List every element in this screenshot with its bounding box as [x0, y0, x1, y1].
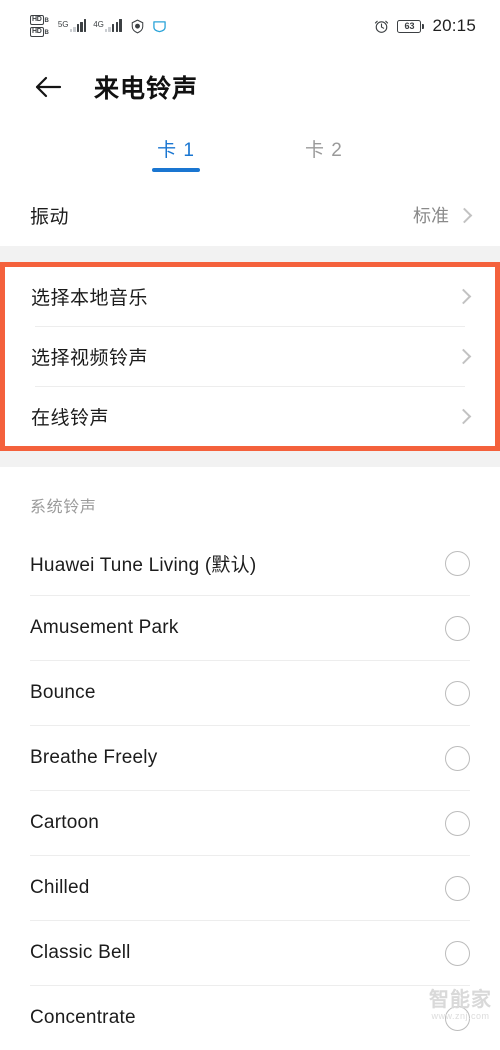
ringtone-label: Amusement Park	[30, 617, 179, 638]
select-local-music-row[interactable]: 选择本地音乐	[5, 267, 495, 326]
back-button[interactable]	[32, 71, 64, 103]
ringtone-label: Breathe Freely	[30, 747, 158, 768]
radio-button[interactable]	[445, 940, 470, 966]
network-type-4g-label: 4G	[93, 20, 104, 29]
status-bar-clock: 20:15	[432, 16, 476, 35]
system-ringtones-section: 系统铃声 Huawei Tune Living (默认) Amusement P…	[0, 467, 500, 1050]
hd-label-1: HD	[30, 15, 44, 25]
app-header: 来电铃声	[0, 52, 500, 122]
hd-badge-sim2: HD B	[30, 27, 49, 37]
radio-button[interactable]	[445, 680, 470, 706]
list-item[interactable]: Cartoon	[0, 791, 500, 855]
list-item[interactable]: Concentrate	[0, 986, 500, 1050]
hd-voice-icons: HD B HD B	[30, 15, 49, 37]
status-bar: HD B HD B 5G 4G 63 20:15	[0, 0, 500, 52]
sim-tab-bar: 卡 1 卡 2	[0, 122, 500, 184]
ringtone-label: Bounce	[30, 682, 96, 703]
chevron-right-icon	[455, 288, 472, 305]
hd-badge-sim1: HD B	[30, 15, 49, 25]
radio-button[interactable]	[445, 550, 470, 576]
hd-sublabel-2: B	[44, 30, 49, 36]
ringtone-label: Huawei Tune Living (默认)	[30, 554, 257, 576]
back-arrow-icon	[33, 74, 63, 100]
list-item[interactable]: Classic Bell	[0, 921, 500, 985]
chevron-right-icon	[455, 348, 472, 365]
status-bar-right: 63 20:15	[374, 16, 476, 36]
list-item[interactable]: Amusement Park	[0, 596, 500, 660]
list-item[interactable]: Chilled	[0, 856, 500, 920]
signal-bars-icon-2	[104, 19, 122, 32]
battery-level-label: 63	[404, 20, 415, 31]
section-gap-2	[0, 451, 500, 467]
select-video-ringtone-row[interactable]: 选择视频铃声	[5, 327, 495, 386]
status-bar-left: HD B HD B 5G 4G	[30, 15, 167, 37]
page-title: 来电铃声	[94, 75, 199, 103]
vibration-section: 振动 标准	[0, 184, 500, 246]
ringtone-label: Chilled	[30, 877, 90, 898]
select-video-ringtone-label: 选择视频铃声	[31, 348, 149, 369]
ringtone-label: Concentrate	[30, 1007, 136, 1028]
list-item[interactable]: Breathe Freely	[0, 726, 500, 790]
radio-button[interactable]	[445, 615, 470, 641]
online-ringtone-label: 在线铃声	[31, 408, 110, 429]
vpn-icon	[152, 20, 167, 33]
chevron-right-icon	[456, 207, 473, 223]
ringtone-label: Classic Bell	[30, 942, 131, 963]
select-local-music-label: 选择本地音乐	[31, 288, 149, 309]
list-item[interactable]: Huawei Tune Living (默认)	[0, 531, 500, 595]
section-gap-1	[0, 246, 500, 262]
signal-4g-group: 4G	[93, 19, 122, 32]
hd-sublabel-1: B	[44, 18, 49, 24]
shield-icon	[130, 19, 145, 34]
signal-5g-group: 5G	[57, 19, 87, 32]
radio-button[interactable]	[445, 1005, 470, 1031]
ringtone-label: Cartoon	[30, 812, 99, 833]
network-type-5g-label: 5G	[57, 20, 69, 29]
tab-sim-1[interactable]: 卡 1	[157, 135, 195, 172]
vibration-label: 振动	[30, 206, 70, 228]
vibration-value-group: 标准	[413, 202, 473, 228]
tab-sim-2[interactable]: 卡 2	[305, 135, 343, 172]
signal-bars-icon-1	[69, 19, 87, 32]
alarm-clock-icon	[374, 19, 389, 34]
chevron-right-icon	[455, 408, 472, 425]
online-ringtone-row[interactable]: 在线铃声	[5, 387, 495, 446]
battery-icon: 63	[397, 19, 425, 33]
system-ringtones-title: 系统铃声	[30, 499, 97, 516]
radio-button[interactable]	[445, 745, 470, 771]
vibration-value: 标准	[413, 206, 449, 226]
radio-button[interactable]	[445, 875, 470, 901]
list-item[interactable]: Bounce	[0, 661, 500, 725]
radio-button[interactable]	[445, 810, 470, 836]
hd-label-2: HD	[30, 27, 44, 37]
vibration-row[interactable]: 振动 标准	[0, 184, 500, 246]
ringtone-source-highlight-box: 选择本地音乐 选择视频铃声 在线铃声	[0, 262, 500, 451]
